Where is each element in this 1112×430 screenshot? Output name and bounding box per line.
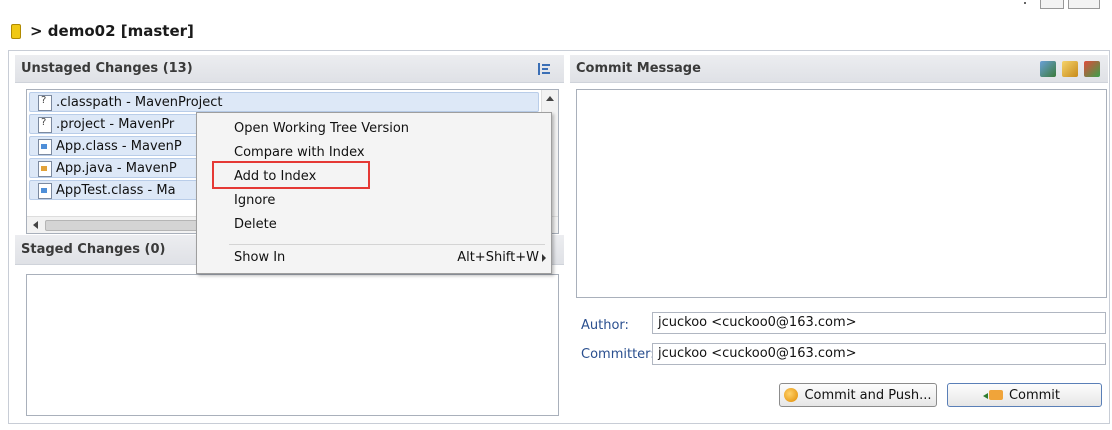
staged-changes-title: Staged Changes (0) [21,242,166,257]
highlight-box [212,161,370,189]
staged-files-list[interactable] [26,274,559,416]
file-label: .project - MavenPr [56,116,175,132]
commit-button[interactable]: Commit [947,383,1102,407]
change-id-icon[interactable] [1084,61,1100,77]
file-label: AppTest.class - Ma [56,182,176,198]
file-label: App.class - MavenP [56,138,182,154]
view-toolbar [1004,0,1104,10]
scroll-up-icon[interactable] [546,96,554,101]
commit-label: Commit [1008,387,1061,403]
committer-label: Committer: [581,347,655,362]
push-icon [784,388,799,402]
class-file-icon [38,183,52,199]
commit-message-header: Commit Message [570,55,1108,83]
author-label: Author: [581,318,629,333]
context-menu: Open Working Tree Version Compare with I… [196,112,552,274]
sort-icon[interactable] [536,62,550,76]
repository-title: > demo02 [master] [30,22,194,40]
file-label: .classpath - MavenProject [56,94,223,110]
show-in-shortcut: Alt+Shift+W [457,250,539,265]
repository-icon [11,23,21,39]
commit-and-push-label: Commit and Push... [804,387,932,403]
amend-icon[interactable] [1040,61,1056,77]
menu-item-delete[interactable]: Delete [234,217,277,232]
menu-item-open-working-tree-version[interactable]: Open Working Tree Version [234,121,409,136]
scroll-left-icon[interactable] [33,221,38,229]
question-file-icon [38,117,52,133]
commit-message-textarea[interactable] [576,89,1107,298]
menu-item-show-in[interactable]: Show In [234,250,285,265]
java-file-icon [38,161,52,177]
file-label: App.java - MavenP [56,160,177,176]
commit-message-title: Commit Message [576,61,701,76]
list-item[interactable]: .classpath - MavenProject [29,92,539,112]
toolbar-button[interactable] [1040,0,1064,9]
commit-icon [982,390,1003,400]
unstaged-changes-header: Unstaged Changes (13) [15,55,564,83]
signed-off-icon[interactable] [1062,61,1078,77]
toolbar-button[interactable] [1068,0,1100,9]
committer-field[interactable]: jcuckoo <cuckoo0@163.com> [652,343,1106,365]
scrollbar-thumb[interactable] [45,220,207,231]
question-file-icon [38,95,52,111]
commit-toolbar [1040,61,1100,77]
toolbar-separator [1024,2,1026,4]
class-file-icon [38,139,52,155]
menu-item-compare-with-index[interactable]: Compare with Index [234,145,365,160]
commit-and-push-button[interactable]: Commit and Push... [779,383,937,407]
menu-item-ignore[interactable]: Ignore [234,193,275,208]
menu-separator [229,244,545,245]
submenu-arrow-icon [542,254,546,262]
unstaged-changes-title: Unstaged Changes (13) [21,61,193,76]
author-field[interactable]: jcuckoo <cuckoo0@163.com> [652,312,1106,334]
repository-header: > demo02 [master] [11,20,194,42]
